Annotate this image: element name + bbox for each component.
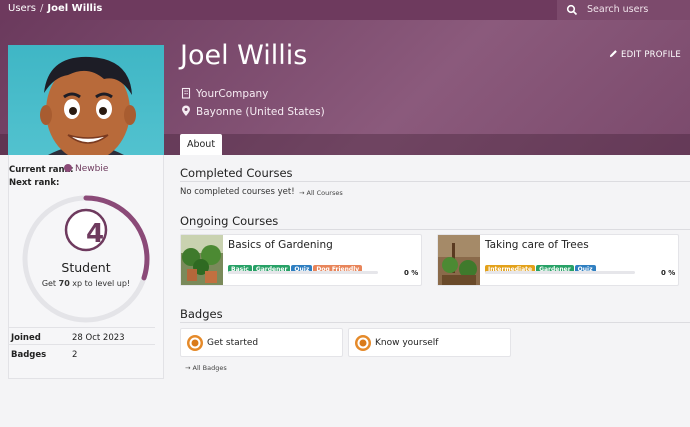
badges-row: Badges 2 [9, 344, 155, 364]
completed-courses-heading: Completed Courses [180, 166, 293, 180]
all-courses-link[interactable]: → All Courses [299, 189, 343, 197]
xp-to-level-up: Get 70 xp to level up! [40, 278, 132, 289]
course-progress-value: 0 % [661, 269, 676, 277]
badge-card[interactable]: Know yourself [348, 328, 511, 357]
building-icon [181, 87, 191, 99]
level-progress-ring [22, 195, 150, 323]
search-box[interactable]: Search users [557, 0, 690, 20]
tab-about[interactable]: About [180, 134, 222, 156]
course-title[interactable]: Taking care of Trees [485, 239, 589, 251]
divider [180, 322, 690, 323]
current-rank-value: Newbie [64, 164, 108, 174]
badge-label: Know yourself [375, 338, 439, 348]
no-completed-text: No completed courses yet! [180, 187, 295, 197]
course-card[interactable]: Basics of Gardening Basic Gardener Quiz Dog… [180, 234, 422, 286]
avatar-illustration [40, 56, 136, 155]
divider [180, 181, 690, 182]
location-name: Bayonne (United States) [196, 106, 325, 118]
edit-profile-button[interactable]: EDIT PROFILE [609, 49, 681, 60]
search-icon[interactable] [566, 4, 578, 16]
course-progress-bar [485, 271, 635, 274]
profile-name: Joel Willis [180, 40, 308, 71]
company-name: YourCompany [196, 88, 269, 100]
badges-label: Badges [11, 350, 47, 360]
pencil-icon [609, 50, 617, 58]
all-badges-link[interactable]: → All Badges [185, 364, 227, 372]
breadcrumb-users-link[interactable]: Users [8, 3, 36, 14]
badges-count: 2 [72, 350, 78, 360]
badge-medal-icon [355, 335, 371, 351]
top-bar: Users / Joel Willis Search users [0, 0, 690, 20]
xp-value: 70 [58, 279, 70, 288]
breadcrumb: Users / Joel Willis [8, 3, 102, 14]
avatar [8, 45, 164, 155]
map-pin-icon [182, 105, 190, 116]
course-title[interactable]: Basics of Gardening [228, 239, 333, 251]
course-progress-bar [228, 271, 378, 274]
badge-label: Get started [207, 338, 259, 348]
company-line: YourCompany [180, 87, 268, 100]
course-thumbnail [438, 235, 480, 285]
ongoing-courses-heading: Ongoing Courses [180, 214, 279, 228]
badge-medal-icon [187, 335, 203, 351]
edit-profile-label: EDIT PROFILE [621, 50, 681, 60]
divider [180, 229, 690, 230]
course-thumbnail [181, 235, 223, 285]
breadcrumb-separator: / [40, 3, 44, 14]
rank-medal-icon [64, 164, 72, 172]
breadcrumb-current: Joel Willis [47, 3, 103, 14]
level-name: Student [61, 260, 111, 275]
xp-prefix: Get [41, 279, 59, 288]
course-card[interactable]: Taking care of Trees Intermediate Gardene… [437, 234, 679, 286]
badges-heading: Badges [180, 307, 223, 321]
xp-suffix: xp to level up! [69, 279, 131, 288]
badge-card[interactable]: Get started [180, 328, 343, 357]
location-line: Bayonne (United States) [180, 105, 325, 118]
joined-label: Joined [11, 333, 41, 343]
search-input[interactable]: Search users [587, 4, 648, 15]
current-rank-name: Newbie [75, 164, 109, 174]
course-progress-value: 0 % [404, 269, 419, 277]
joined-value: 28 Oct 2023 [72, 333, 125, 343]
next-rank-label: Next rank: [9, 178, 60, 188]
